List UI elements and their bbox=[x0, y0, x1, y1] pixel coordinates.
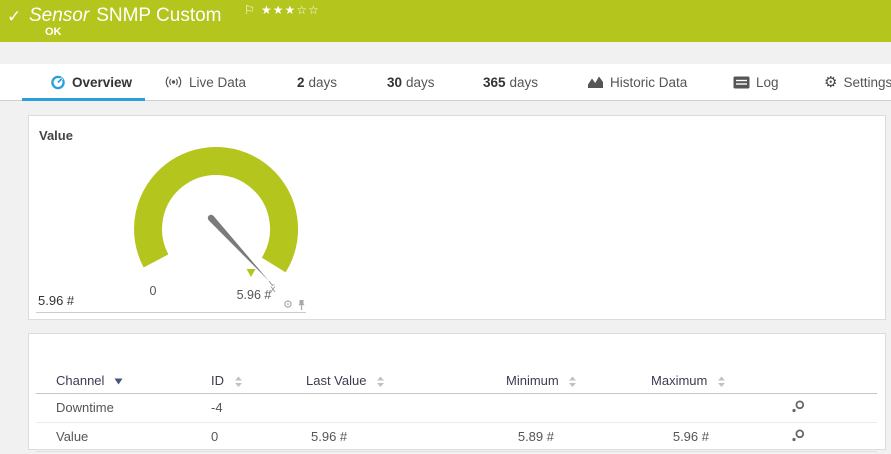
table-row-downtime: Downtime -4 bbox=[36, 393, 877, 422]
channel-name-cell: Downtime bbox=[36, 393, 206, 422]
tab-number: 2 bbox=[297, 75, 305, 90]
tab-label: days bbox=[510, 75, 539, 90]
active-tab-underline bbox=[22, 98, 145, 101]
column-header-actions bbox=[726, 369, 877, 393]
log-list-icon bbox=[733, 76, 750, 89]
table-row-value: Value 0 5.96 # 5.89 # 5.96 # bbox=[36, 422, 877, 451]
tab-label: Historic Data bbox=[610, 75, 687, 90]
gauge-footer-divider bbox=[36, 312, 306, 313]
column-header-maximum[interactable]: Maximum bbox=[571, 369, 726, 393]
tab-label: Overview bbox=[72, 75, 132, 90]
channel-actions-cell bbox=[726, 422, 877, 451]
gauge-current-value: 5.96 # bbox=[38, 293, 74, 308]
sort-icon bbox=[717, 376, 726, 388]
tab-number: 30 bbox=[387, 75, 402, 90]
tab-label: Log bbox=[756, 75, 779, 90]
maximum-cell bbox=[571, 393, 726, 422]
status-badge: OK bbox=[45, 26, 62, 38]
tab-label: days bbox=[309, 75, 338, 90]
sensor-title-prefix: Sensor bbox=[29, 5, 89, 26]
column-header-id[interactable]: ID bbox=[206, 369, 301, 393]
column-header-channel[interactable]: Channel bbox=[36, 369, 206, 393]
tab-30-days[interactable]: 30 days bbox=[387, 64, 435, 100]
gear-icon: ⚙ bbox=[824, 73, 837, 91]
tab-365-days[interactable]: 365 days bbox=[483, 64, 538, 100]
gauge-toolbar: ⚙ bbox=[283, 298, 306, 311]
tab-overview[interactable]: Overview bbox=[50, 64, 132, 100]
gauge-icon bbox=[50, 74, 66, 90]
channel-settings-gear-icon[interactable] bbox=[792, 429, 805, 442]
last-value-cell: 5.96 # bbox=[301, 422, 506, 451]
tab-log[interactable]: Log bbox=[733, 64, 779, 100]
priority-stars[interactable]: ★★★☆☆ bbox=[261, 3, 320, 17]
channels-table: Channel ID Last Value bbox=[36, 369, 877, 452]
tab-label: Live Data bbox=[189, 75, 246, 90]
gauge-panel: Value x̄ 0 5.96 # 5.96 # ⚙ bbox=[28, 115, 886, 320]
channel-actions-cell bbox=[726, 393, 877, 422]
sort-desc-icon bbox=[114, 378, 123, 385]
tab-label: Settings bbox=[843, 75, 891, 90]
sensor-overview-page: ✓ Sensor SNMP Custom ⚐ ★★★☆☆ OK Overview bbox=[0, 0, 891, 454]
gauge-settings-gear-icon[interactable]: ⚙ bbox=[283, 298, 293, 311]
gauge-scale-max: 5.96 # bbox=[219, 288, 289, 302]
column-label: Maximum bbox=[651, 373, 707, 388]
column-header-last-value[interactable]: Last Value bbox=[301, 369, 506, 393]
column-label: Last Value bbox=[306, 373, 366, 388]
sort-icon bbox=[568, 376, 577, 388]
column-label: Minimum bbox=[506, 373, 559, 388]
table-header-row: Channel ID Last Value bbox=[36, 369, 877, 393]
gauge-scale-min: 0 bbox=[133, 284, 173, 298]
tab-number: 365 bbox=[483, 75, 506, 90]
sort-icon bbox=[376, 376, 385, 388]
tab-label: days bbox=[406, 75, 435, 90]
flag-icon[interactable]: ⚐ bbox=[244, 3, 255, 17]
channel-id-cell: 0 bbox=[206, 422, 301, 451]
broadcast-icon bbox=[164, 75, 183, 89]
last-value-cell bbox=[301, 393, 506, 422]
sort-icon bbox=[234, 376, 243, 388]
column-header-minimum[interactable]: Minimum bbox=[506, 369, 571, 393]
current-value-marker-icon bbox=[247, 269, 256, 277]
gauge-title: Value bbox=[39, 128, 73, 143]
tab-2-days[interactable]: 2 days bbox=[297, 64, 337, 100]
pin-icon[interactable] bbox=[297, 299, 306, 311]
gauge-needle bbox=[209, 216, 269, 281]
minimum-cell bbox=[506, 393, 571, 422]
tab-bar: Overview Live Data 2 days 30 days bbox=[0, 64, 891, 101]
channel-settings-gear-icon[interactable] bbox=[792, 400, 805, 413]
column-label: ID bbox=[211, 373, 224, 388]
channel-id-cell: -4 bbox=[206, 393, 301, 422]
sensor-status-header: ✓ Sensor SNMP Custom ⚐ ★★★☆☆ OK bbox=[0, 0, 891, 42]
channel-name-cell: Value bbox=[36, 422, 206, 451]
minimum-cell: 5.89 # bbox=[506, 422, 571, 451]
sensor-title-name: SNMP Custom bbox=[96, 5, 221, 26]
tab-settings[interactable]: ⚙ Settings bbox=[824, 64, 891, 100]
status-ok-check-icon: ✓ bbox=[7, 7, 21, 27]
tab-live-data[interactable]: Live Data bbox=[164, 64, 246, 100]
channels-panel: Channel ID Last Value bbox=[28, 333, 886, 450]
area-chart-icon bbox=[587, 75, 604, 89]
sensor-title: Sensor SNMP Custom bbox=[29, 5, 222, 27]
tab-historic-data[interactable]: Historic Data bbox=[587, 64, 687, 100]
column-label: Channel bbox=[56, 373, 104, 388]
maximum-cell: 5.96 # bbox=[571, 422, 726, 451]
gauge-arc bbox=[148, 161, 284, 265]
